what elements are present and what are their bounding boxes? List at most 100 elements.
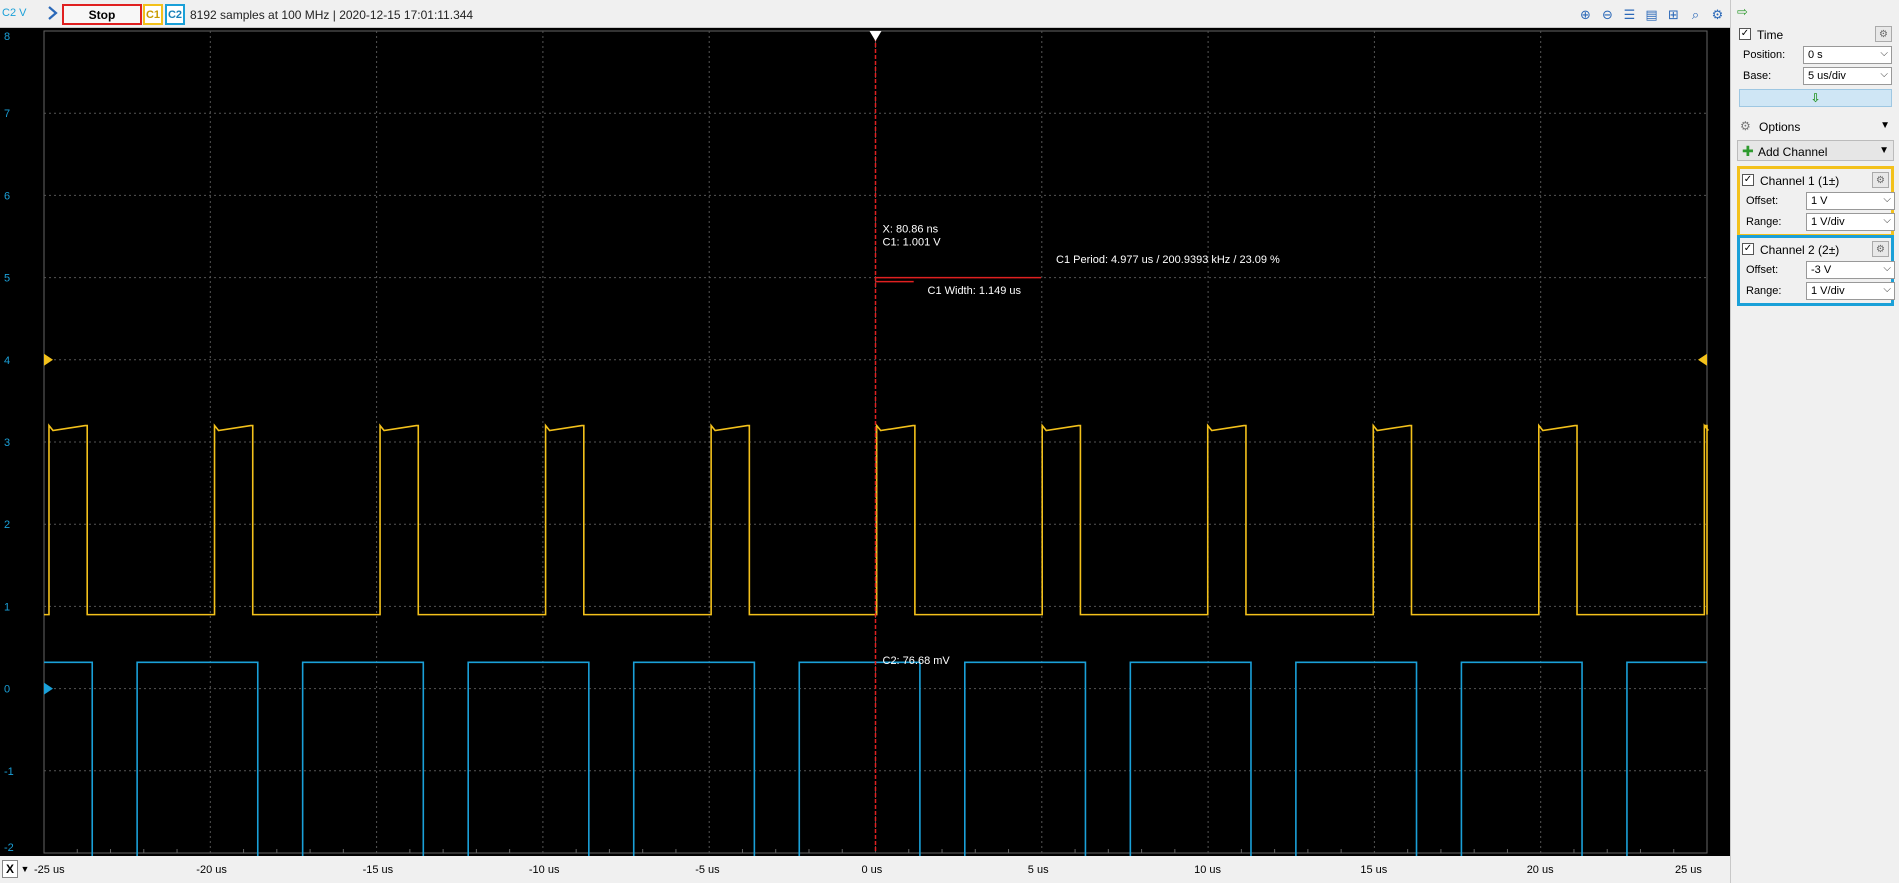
chevron-down-icon: ⌵ — [1883, 263, 1891, 274]
x-axis-dropdown-icon[interactable]: ▼ — [19, 860, 31, 878]
channel2-range-label: Range: — [1746, 285, 1782, 297]
add-channel-button[interactable]: ✚ Add Channel ▼ — [1737, 140, 1894, 161]
chevron-down-icon: ⌵ — [1883, 284, 1891, 295]
x-tick-label: -10 us — [528, 864, 560, 876]
channel2-offset-value: -3 V — [1811, 264, 1832, 276]
zoom-out-icon[interactable]: ⊖ — [1598, 5, 1617, 24]
active-channel-indicator: C2 V — [2, 7, 27, 19]
x-tick-label: 5 us — [1027, 864, 1049, 876]
caret-down-icon: ▼ — [1879, 145, 1889, 156]
channel1-offset-value: 1 V — [1811, 195, 1828, 207]
y-tick-label: 7 — [4, 108, 10, 120]
y-tick-label: 8 — [4, 31, 10, 43]
options-gear-icon: ⚙ — [1740, 119, 1751, 133]
channel1-offset-label: Offset: — [1746, 195, 1779, 207]
waveform-plot[interactable]: 8 7 6 5 4 3 2 1 0 -1 -2 X: 80.86 ns C1: 1.001 V C1 Pe… — [0, 28, 1730, 856]
x-tick-label: -15 us — [362, 864, 394, 876]
time-settings-icon[interactable]: ⚙ — [1875, 26, 1892, 42]
channel1-toggle[interactable]: C1 — [143, 4, 163, 25]
channel2-settings-icon[interactable]: ⚙ — [1872, 241, 1889, 257]
y-tick-label: -2 — [4, 842, 14, 854]
x-tick-label: 20 us — [1526, 864, 1554, 876]
channel1-range-select[interactable]: 1 V/div ⌵ — [1806, 213, 1895, 231]
base-select[interactable]: 5 us/div ⌵ — [1803, 67, 1892, 85]
settings-panel: ⇨ ✓ Time ⚙ Position: 0 s ⌵ Base: 5 us/div… — [1730, 0, 1899, 883]
y-tick-label: 6 — [4, 190, 10, 202]
x-tick-label: 10 us — [1194, 864, 1222, 876]
magnifier-icon[interactable]: ⌕ — [1686, 5, 1705, 24]
channel2-reference-marker — [44, 682, 53, 695]
y-tick-label: 5 — [4, 273, 10, 285]
run-arrow-icon[interactable] — [46, 5, 60, 21]
stop-button[interactable]: Stop — [62, 4, 142, 25]
add-channel-label: Add Channel — [1758, 145, 1828, 159]
options-label: Options — [1759, 120, 1801, 134]
x-cursor-readout: X: 80.86 ns — [883, 223, 939, 235]
channel2-title: Channel 2 (2±) — [1760, 243, 1840, 257]
position-select[interactable]: 0 s ⌵ — [1803, 46, 1892, 64]
channel1-title: Channel 1 (1±) — [1760, 174, 1840, 188]
caret-down-icon: ▼ — [1880, 120, 1890, 131]
channel1-reference-marker — [44, 353, 53, 366]
time-checkbox[interactable]: ✓ — [1739, 28, 1751, 40]
options-group[interactable]: ⚙ Options ▼ — [1737, 116, 1894, 137]
expand-arrow-icon[interactable]: ⇨ — [1737, 4, 1748, 20]
view-toolbar: ⊕ ⊖ ☰ ▤ ⊞ ⌕ ⚙ Y — [1576, 4, 1749, 25]
y-tick-label: 0 — [4, 684, 10, 696]
apply-down-arrow-button[interactable]: ⇩ — [1739, 89, 1892, 107]
zoom-in-icon[interactable]: ⊕ — [1576, 5, 1595, 24]
channel2-toggle[interactable]: C2 — [165, 4, 185, 25]
y-tick-label: 2 — [4, 519, 10, 531]
channel2-range-select[interactable]: 1 V/div ⌵ — [1806, 282, 1895, 300]
base-value: 5 us/div — [1808, 70, 1846, 82]
c1-period-readout: C1 Period: 4.977 us / 200.9393 kHz / 23.… — [1056, 254, 1280, 266]
channel2-offset-select[interactable]: -3 V ⌵ — [1806, 261, 1895, 279]
channel2-range-value: 1 V/div — [1811, 285, 1845, 297]
x-tick-label: -20 us — [196, 864, 227, 876]
gear-icon[interactable]: ⚙ — [1708, 5, 1727, 24]
channel1-range-value: 1 V/div — [1811, 216, 1845, 228]
channel1-reference-marker-right — [1698, 353, 1707, 366]
x-tick-label: 0 us — [861, 864, 883, 876]
time-group: ✓ Time ⚙ Position: 0 s ⌵ Base: 5 us/div ⌵ … — [1737, 24, 1894, 108]
top-toolbar: C2 V Stop C1 C2 8192 samples at 100 MHz … — [0, 0, 1744, 28]
acquisition-info: 8192 samples at 100 MHz | 2020-12-15 17:… — [190, 8, 474, 22]
y-tick-label: -1 — [4, 766, 14, 778]
channel1-checkbox[interactable]: ✓ — [1742, 174, 1754, 186]
plot-canvas[interactable]: 8 7 6 5 4 3 2 1 0 -1 -2 X: 80.86 ns C1: 1.001 V C1 Pe… — [0, 28, 1730, 856]
time-title: Time — [1757, 28, 1784, 42]
trigger-position-marker — [869, 31, 882, 41]
c1-cursor-readout: C1: 1.001 V — [883, 237, 942, 249]
y-tick-label: 4 — [4, 355, 10, 367]
bottom-toolbar: X ▼ -25 us -20 us -15 us -10 us -5 us 0 us 5 u… — [0, 856, 1730, 883]
x-tick-label: 25 us — [1675, 864, 1702, 876]
x-tick-label: -5 us — [695, 864, 720, 876]
chevron-down-icon: ⌵ — [1880, 48, 1888, 59]
list-view-icon[interactable]: ☰ — [1620, 5, 1639, 24]
x-axis-button[interactable]: X — [2, 860, 18, 878]
channel1-range-label: Range: — [1746, 216, 1782, 228]
chevron-down-icon: ⌵ — [1880, 69, 1888, 80]
position-value: 0 s — [1808, 49, 1823, 61]
channel1-settings-icon[interactable]: ⚙ — [1872, 172, 1889, 188]
y-tick-label: 3 — [4, 437, 10, 449]
plus-icon: ✚ — [1742, 143, 1754, 159]
base-label: Base: — [1743, 70, 1772, 82]
c1-width-readout: C1 Width: 1.149 us — [928, 285, 1022, 297]
measurements-icon[interactable]: ▤ — [1642, 5, 1661, 24]
chevron-down-icon: ⌵ — [1883, 194, 1891, 205]
channel2-offset-label: Offset: — [1746, 264, 1779, 276]
y-tick-label: 1 — [4, 601, 10, 613]
channel2-checkbox[interactable]: ✓ — [1742, 243, 1754, 255]
x-tick-label: -25 us — [34, 864, 65, 876]
add-channel-group: ✚ Add Channel ▼ — [1737, 140, 1894, 161]
x-tick-label: 15 us — [1360, 864, 1388, 876]
scope-app: C2 V Stop C1 C2 8192 samples at 100 MHz … — [0, 0, 1899, 883]
channel1-offset-select[interactable]: 1 V ⌵ — [1806, 192, 1895, 210]
channel2-group: ✓ Channel 2 (2±) ⚙ Offset: -3 V ⌵ Range: … — [1737, 235, 1895, 306]
position-label: Position: — [1743, 49, 1786, 61]
zoom-fit-icon[interactable]: ⊞ — [1664, 5, 1683, 24]
c2-cursor-readout: C2: 76.68 mV — [883, 655, 951, 667]
chevron-down-icon: ⌵ — [1883, 215, 1891, 226]
channel1-group: ✓ Channel 1 (1±) ⚙ Offset: 1 V ⌵ Range: 1… — [1737, 166, 1895, 237]
